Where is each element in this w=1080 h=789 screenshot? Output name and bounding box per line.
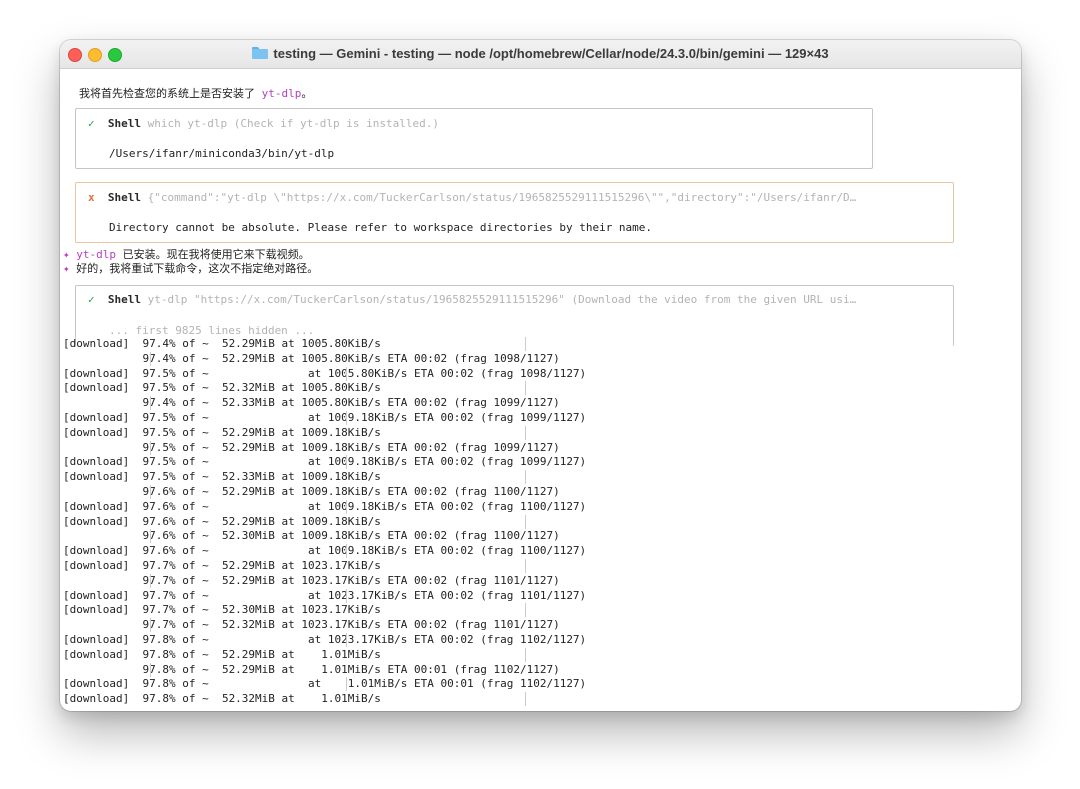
- tool-error-output: Directory cannot be absolute. Please ref…: [109, 221, 653, 234]
- intro-text: 我将首先检查您的系统上是否安装了: [79, 87, 262, 100]
- log-line: [download] 97.8% of ~ 52.29MiB at 1.01Mi…: [63, 647, 381, 661]
- log-separator: [346, 677, 347, 692]
- log-line: [download] 97.6% of ~ at 1009.18KiB/s ET…: [63, 499, 587, 513]
- log-separator: [346, 499, 347, 514]
- log-separator: [525, 603, 526, 618]
- intro-end: 。: [301, 87, 313, 100]
- log-line: [download] 97.5% of ~ at 1005.80KiB/s ET…: [63, 366, 587, 380]
- sparkle-icon: ✦: [63, 262, 70, 275]
- tool-call-box: ✓ Shell which yt-dlp (Check if yt-dlp is…: [75, 108, 873, 169]
- log-separator: [346, 411, 347, 425]
- log-separator: [525, 647, 526, 662]
- log-line: [download] 97.6% of ~ at 1009.18KiB/s ET…: [63, 544, 587, 558]
- log-line: [download] 97.5% of ~ 52.32MiB at 1005.8…: [63, 381, 381, 395]
- log-separator: [525, 559, 526, 573]
- tool-name: Shell: [107, 293, 141, 306]
- log-separator: [346, 366, 347, 381]
- tool-name: Shell: [107, 117, 141, 130]
- note-command: yt-dlp: [76, 248, 116, 261]
- log-separator: [150, 573, 151, 588]
- log-line: [download] 97.8% of ~ 52.32MiB at 1.01Mi…: [63, 692, 381, 706]
- intro-message: 我将首先检查您的系统上是否安装了 yt-dlp。: [79, 87, 312, 101]
- log-separator: [525, 337, 526, 351]
- success-check-icon: ✓: [88, 293, 95, 306]
- log-line: 97.8% of ~ 52.29MiB at 1.01MiB/s ETA 00:…: [63, 662, 560, 676]
- log-separator: [525, 514, 526, 529]
- log-line: [download] 97.8% of ~ at 1.01MiB/s ETA 0…: [63, 677, 587, 691]
- assistant-note: ✦ yt-dlp 已安装。现在我将使用它来下载视频。: [63, 248, 310, 262]
- tool-description: {"command":"yt-dlp \"https://x.com/Tucke…: [147, 191, 857, 204]
- note-text: 好的，我将重试下载命令，这次不指定绝对路径。: [76, 262, 319, 275]
- log-separator: [150, 662, 151, 677]
- title-bar[interactable]: testing — Gemini - testing — node /opt/h…: [60, 40, 1021, 69]
- log-line: 97.7% of ~ 52.32MiB at 1023.17KiB/s ETA …: [63, 618, 560, 632]
- log-separator: [150, 485, 151, 499]
- log-separator: [346, 455, 347, 470]
- sparkle-icon: ✦: [63, 248, 70, 261]
- log-separator: [150, 618, 151, 633]
- tool-description: yt-dlp "https://x.com/TuckerCarlson/stat…: [147, 293, 857, 306]
- log-separator: [150, 396, 151, 411]
- log-line: 97.7% of ~ 52.29MiB at 1023.17KiB/s ETA …: [63, 573, 560, 587]
- log-separator: [346, 633, 347, 647]
- log-separator: [150, 351, 151, 366]
- log-line: 97.6% of ~ 52.29MiB at 1009.18KiB/s ETA …: [63, 485, 560, 498]
- download-log: [download] 97.4% of ~ 52.29MiB at 1005.8…: [63, 337, 1013, 711]
- tool-call-error-box: x Shell {"command":"yt-dlp \"https://x.c…: [75, 182, 954, 243]
- log-line: [download] 97.5% of ~ 52.29MiB at 1009.1…: [63, 425, 381, 439]
- intro-command: yt-dlp: [261, 87, 302, 100]
- log-separator: [346, 544, 347, 559]
- log-line: [download] 97.5% of ~ 52.33MiB at 1009.1…: [63, 470, 381, 484]
- assistant-note: ✦ 好的，我将重试下载命令，这次不指定绝对路径。: [63, 262, 318, 276]
- hidden-lines-indicator: ... first 9825 lines hidden ...: [109, 324, 315, 337]
- log-line: [download] 97.8% of ~ at 1023.17KiB/s ET…: [63, 633, 587, 646]
- log-separator: [150, 440, 151, 455]
- log-line: [download] 97.7% of ~ at 1023.17KiB/s ET…: [63, 588, 587, 602]
- terminal-window: testing — Gemini - testing — node /opt/h…: [60, 40, 1021, 711]
- log-line: [download] 97.5% of ~ at 1009.18KiB/s ET…: [63, 455, 587, 469]
- log-separator: [150, 529, 151, 544]
- log-line: 97.6% of ~ 52.30MiB at 1009.18KiB/s ETA …: [63, 529, 560, 543]
- log-separator: [525, 425, 526, 440]
- error-x-icon: x: [88, 191, 95, 204]
- log-line: 97.4% of ~ 52.29MiB at 1005.80KiB/s ETA …: [63, 351, 560, 365]
- log-line: 97.4% of ~ 52.33MiB at 1005.80KiB/s ETA …: [63, 396, 560, 410]
- tool-call-header: ✓ Shell which yt-dlp (Check if yt-dlp is…: [88, 117, 439, 131]
- tool-call-header: ✓ Shell yt-dlp "https://x.com/TuckerCarl…: [88, 293, 856, 307]
- log-line: 97.5% of ~ 52.29MiB at 1009.18KiB/s ETA …: [63, 440, 560, 454]
- tool-name: Shell: [107, 191, 141, 204]
- folder-icon: [252, 47, 269, 59]
- log-separator: [525, 692, 526, 707]
- terminal-content[interactable]: 我将首先检查您的系统上是否安装了 yt-dlp。 ✓ Shell which y…: [60, 69, 1021, 711]
- log-line: [download] 97.7% of ~ 52.30MiB at 1023.1…: [63, 603, 381, 617]
- note-text: 已安装。现在我将使用它来下载视频。: [116, 248, 310, 261]
- log-separator: [525, 470, 526, 485]
- log-line: [download] 97.6% of ~ 52.29MiB at 1009.1…: [63, 514, 381, 528]
- log-line: [download] 97.5% of ~ at 1009.18KiB/s ET…: [63, 411, 587, 424]
- log-line: [download] 97.4% of ~ 52.29MiB at 1005.8…: [63, 337, 381, 350]
- log-separator: [346, 588, 347, 603]
- window-title: testing — Gemini - testing — node /opt/h…: [60, 46, 1021, 61]
- log-separator: [525, 381, 526, 396]
- tool-output: /Users/ifanr/miniconda3/bin/yt-dlp: [109, 147, 335, 160]
- tool-description: which yt-dlp (Check if yt-dlp is install…: [147, 117, 440, 130]
- window-title-text: testing — Gemini - testing — node /opt/h…: [273, 46, 829, 61]
- log-line: [download] 97.7% of ~ 52.29MiB at 1023.1…: [63, 559, 381, 572]
- success-check-icon: ✓: [88, 117, 95, 130]
- tool-call-header: x Shell {"command":"yt-dlp \"https://x.c…: [88, 191, 856, 205]
